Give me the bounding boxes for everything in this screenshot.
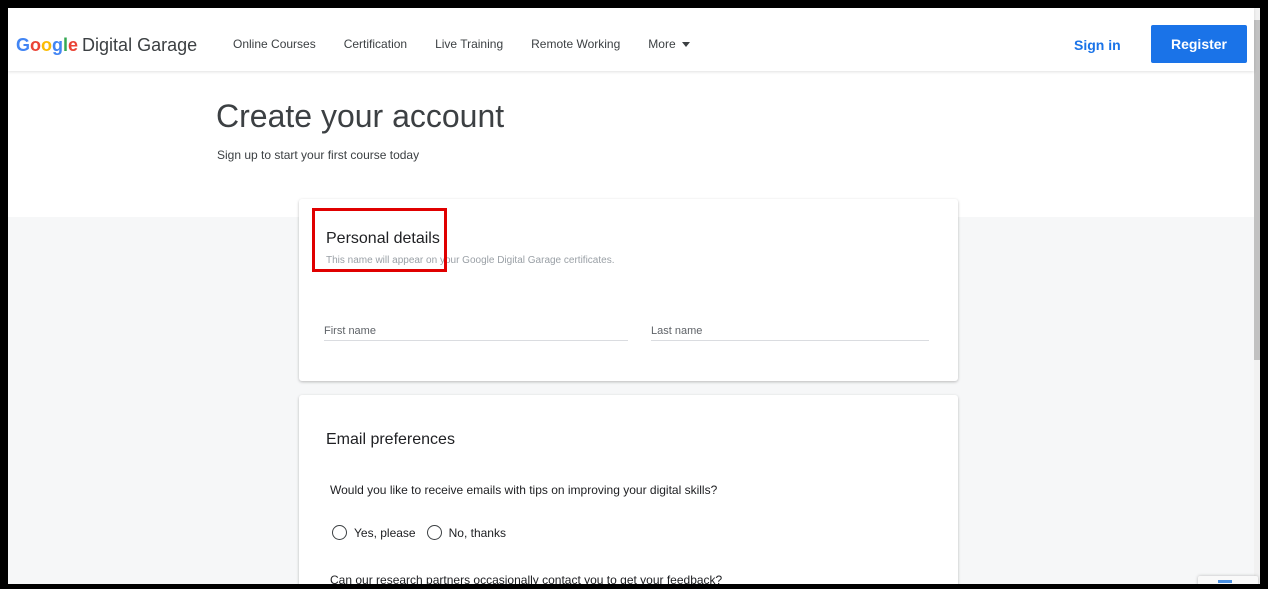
top-nav-bar: Google Digital Garage Online Courses Cer… [8,8,1254,71]
research-contact-question: Can our research partners occasionally c… [330,573,723,584]
radio-no-thanks[interactable]: No, thanks [426,525,506,540]
nav-more-label: More [648,37,676,51]
sign-in-link[interactable]: Sign in [1074,37,1121,53]
google-wordmark: Google [16,35,78,56]
tips-email-question: Would you like to receive emails with ti… [330,483,718,497]
last-name-field[interactable] [651,321,929,341]
radio-unchecked-icon[interactable] [332,525,347,540]
page-subtitle: Sign up to start your first course today [217,148,420,162]
email-preferences-card: Email preferences Would you like to rece… [299,395,958,584]
scrollbar-thumb[interactable] [1254,20,1260,360]
chevron-down-icon [681,41,690,47]
personal-details-card: Personal details This name will appear o… [299,199,958,381]
nav-live-training[interactable]: Live Training [435,37,503,51]
radio-yes-label[interactable]: Yes, please [354,526,416,540]
recaptcha-badge[interactable] [1198,576,1258,584]
main-nav: Online Courses Certification Live Traini… [233,37,718,51]
page-viewport: Google Digital Garage Online Courses Cer… [8,8,1260,584]
register-button[interactable]: Register [1151,25,1247,63]
vertical-scrollbar[interactable] [1254,8,1260,584]
nav-more[interactable]: More [648,37,690,51]
nav-certification[interactable]: Certification [344,37,407,51]
recaptcha-icon [1218,580,1232,583]
first-name-input[interactable] [324,325,628,337]
logo-letter: g [52,35,64,55]
logo-letter: o [30,35,42,55]
page-title: Create your account [216,98,505,134]
radio-unchecked-icon[interactable] [426,525,442,540]
google-digital-garage-logo[interactable]: Google Digital Garage [16,35,197,56]
tips-email-radio-group: Yes, please No, thanks [332,525,517,540]
first-name-field[interactable] [324,321,628,341]
logo-letter: o [41,35,53,55]
last-name-input[interactable] [651,325,929,337]
logo-text: Digital Garage [82,35,198,55]
radio-no-label[interactable]: No, thanks [449,526,506,540]
nav-online-courses[interactable]: Online Courses [233,37,316,51]
logo-letter: e [68,35,79,55]
personal-details-description: This name will appear on your Google Dig… [326,255,615,266]
hero-section: Create your account Sign up to start you… [8,71,1254,217]
email-preferences-title: Email preferences [326,431,455,448]
logo-letter: G [16,35,31,55]
personal-details-title: Personal details [326,230,440,247]
nav-remote-working[interactable]: Remote Working [531,37,620,51]
radio-yes-please[interactable]: Yes, please [332,525,416,540]
